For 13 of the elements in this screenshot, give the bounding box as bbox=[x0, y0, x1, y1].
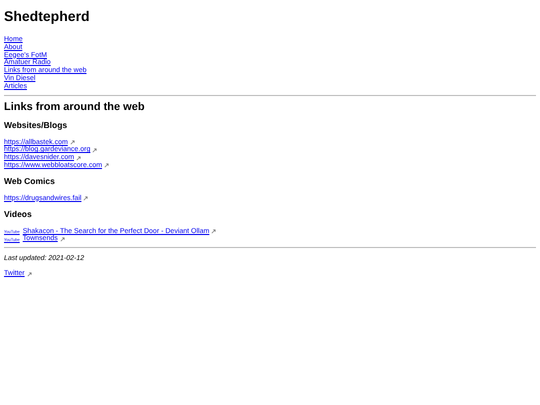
external-link-icon bbox=[83, 196, 88, 202]
external-link-icon bbox=[104, 163, 110, 168]
external-link-icon bbox=[60, 236, 65, 242]
external-link-icon bbox=[76, 156, 82, 161]
section-heading: Videos bbox=[4, 208, 33, 219]
page-heading: Links from around the web bbox=[4, 100, 146, 113]
external-link-icon bbox=[92, 148, 98, 153]
external-link-icon bbox=[26, 272, 32, 277]
site-title: Shedtepherd bbox=[4, 8, 91, 24]
section-heading: Websites/Blogs bbox=[4, 120, 68, 130]
external-link-icon bbox=[211, 228, 216, 234]
section-heading: Web Comics bbox=[4, 176, 56, 186]
external-link-icon bbox=[70, 140, 75, 145]
